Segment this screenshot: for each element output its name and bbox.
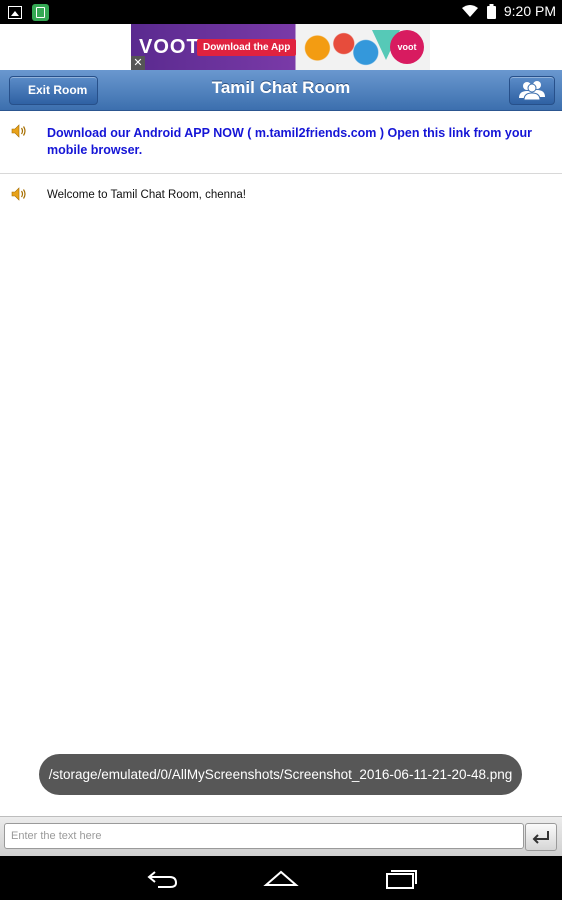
chat-toolbar: Exit Room Tamil Chat Room [0, 70, 562, 111]
speaker-icon [11, 124, 26, 138]
room-title: Tamil Chat Room [211, 78, 351, 97]
list-item: Download our Android APP NOW ( m.tamil2f… [0, 111, 562, 174]
ad-characters-image [291, 26, 379, 70]
send-button[interactable] [525, 823, 557, 851]
users-button[interactable] [509, 76, 555, 105]
ad-banner[interactable]: VOOT Download the App voot ✕ [131, 24, 430, 70]
wifi-icon [461, 5, 478, 17]
recents-icon[interactable] [383, 865, 419, 891]
screenshot-app-notification-icon [32, 4, 49, 21]
navigation-bar [0, 856, 562, 900]
message-text: Download our Android APP NOW ( m.tamil2f… [47, 126, 532, 157]
enter-icon [532, 831, 549, 844]
gallery-notification-icon [8, 6, 22, 19]
ad-brand: VOOT [139, 36, 200, 58]
back-icon[interactable] [144, 865, 180, 891]
message-text: Welcome to Tamil Chat Room, chenna! [47, 189, 246, 201]
status-bar: 9:20 PM [0, 0, 562, 24]
message-input[interactable] [4, 823, 524, 849]
ad-close-icon[interactable]: ✕ [131, 56, 145, 70]
list-item: Welcome to Tamil Chat Room, chenna! [0, 174, 562, 216]
home-icon[interactable] [263, 865, 299, 891]
clock: 9:20 PM [503, 3, 556, 19]
speaker-icon [11, 187, 26, 201]
ad-logo: voot [390, 30, 424, 64]
message-list: Download our Android APP NOW ( m.tamil2f… [0, 111, 562, 216]
message-composer [0, 816, 562, 857]
screenshot-toast: /storage/emulated/0/AllMyScreenshots/Scr… [39, 754, 522, 795]
ad-download-button[interactable]: Download the App [197, 39, 297, 56]
battery-icon [486, 3, 496, 19]
users-icon [519, 81, 545, 101]
ad-banner-container: VOOT Download the App voot ✕ [0, 24, 562, 70]
